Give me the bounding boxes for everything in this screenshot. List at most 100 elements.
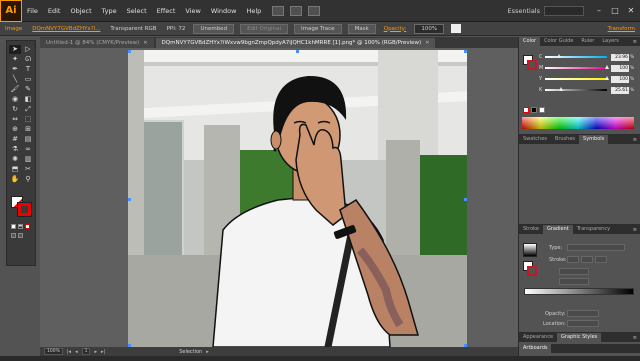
menu-window[interactable]: Window	[206, 0, 242, 22]
menu-type[interactable]: Type	[97, 0, 122, 22]
tab-untitled-1[interactable]: Untitled-1 @ 84% (CMYK/Preview) ✕	[40, 38, 154, 48]
channel-slider[interactable]	[545, 87, 607, 91]
menu-effect[interactable]: Effect	[152, 0, 181, 22]
status-menu-icon[interactable]: ▸	[206, 349, 209, 355]
gradient-aspect-field[interactable]	[559, 278, 589, 285]
stroke-along-button[interactable]	[581, 256, 593, 263]
previous-artboard-icon[interactable]: ◂	[75, 349, 78, 355]
artboard-tool-icon[interactable]: ⬒	[9, 165, 21, 174]
arrange-documents-icon[interactable]	[290, 5, 303, 16]
stroke-within-button[interactable]	[567, 256, 579, 263]
current-tool-label[interactable]: Selection	[179, 349, 202, 355]
blob-brush-tool-icon[interactable]: ◉	[9, 95, 21, 104]
menu-file[interactable]: File	[22, 0, 43, 22]
shape-builder-tool-icon[interactable]: ⊕	[9, 125, 21, 134]
tab-color-guide[interactable]: Color Guide	[540, 37, 577, 46]
channel-slider[interactable]	[545, 76, 609, 80]
gradient-location-field[interactable]	[567, 320, 599, 327]
menu-help[interactable]: Help	[241, 0, 266, 22]
selection-tool-icon[interactable]: ➤	[9, 45, 21, 54]
selection-handle[interactable]	[464, 50, 467, 53]
selection-handle[interactable]	[128, 198, 131, 201]
channel-value-field[interactable]: 23.96	[611, 53, 629, 61]
none-swatch[interactable]	[523, 107, 529, 113]
close-button[interactable]: ✕	[624, 5, 638, 17]
menu-object[interactable]: Object	[65, 0, 96, 22]
gradient-opacity-field[interactable]	[567, 310, 599, 317]
tab-png-document[interactable]: DQmNVY7GVBdZHYx?iWxvw9bgnZmpQpdyA7iJQHC1…	[155, 38, 436, 48]
slice-tool-icon[interactable]: ✂	[22, 165, 34, 174]
tab-stroke[interactable]: Stroke	[519, 225, 543, 234]
image-trace-button[interactable]: Image Trace	[293, 23, 342, 34]
next-artboard-icon[interactable]: ▸	[94, 349, 97, 355]
rotate-tool-icon[interactable]: ↻	[9, 105, 21, 114]
line-tool-icon[interactable]: ╲	[9, 75, 21, 84]
placed-image[interactable]	[128, 50, 467, 347]
black-swatch[interactable]	[531, 107, 537, 113]
pen-tool-icon[interactable]: ✒	[9, 65, 21, 74]
menu-select[interactable]: Select	[122, 0, 152, 22]
panel-menu-icon[interactable]: ≡	[633, 137, 640, 143]
rectangle-tool-icon[interactable]: ▭	[22, 75, 34, 84]
selection-handle[interactable]	[128, 50, 131, 53]
channel-slider[interactable]	[545, 54, 607, 58]
screen-mode-icon[interactable]	[18, 233, 23, 238]
type-tool-icon[interactable]: T	[22, 65, 34, 74]
tab-color[interactable]: Color	[519, 37, 541, 46]
bridge-icon[interactable]	[272, 5, 285, 16]
gradient-stroke-swatch[interactable]	[527, 266, 537, 276]
pencil-tool-icon[interactable]: ✎	[22, 85, 34, 94]
eyedropper-tool-icon[interactable]: ⚗	[9, 145, 21, 154]
minimize-button[interactable]: –	[592, 5, 606, 17]
white-swatch[interactable]	[539, 107, 545, 113]
perspective-grid-tool-icon[interactable]: ⊞	[22, 125, 34, 134]
gradient-slider[interactable]	[524, 288, 634, 295]
gpu-performance-icon[interactable]	[308, 5, 321, 16]
lasso-tool-icon[interactable]: ᘏ	[22, 55, 34, 64]
opacity-field[interactable]: 100%	[414, 23, 445, 34]
artboard-number-field[interactable]: 1	[81, 348, 91, 355]
maximize-button[interactable]: □	[608, 5, 622, 17]
linked-file-link[interactable]: DQmNVY7GVBdZHYx?l...	[27, 26, 105, 32]
menu-edit[interactable]: Edit	[43, 0, 66, 22]
gradient-preview[interactable]	[523, 243, 537, 257]
canvas-area[interactable]	[40, 48, 518, 347]
magic-wand-tool-icon[interactable]: ✦	[9, 55, 21, 64]
selection-handle[interactable]	[296, 50, 299, 53]
tab-transparency[interactable]: Transparency	[573, 225, 614, 234]
channel-slider[interactable]	[545, 65, 609, 69]
color-mode-icon[interactable]	[11, 224, 16, 229]
panel-menu-icon[interactable]: ≡	[633, 39, 640, 45]
tab-ruler[interactable]: Ruler	[577, 37, 598, 46]
slider-thumb[interactable]	[604, 76, 609, 80]
panel-menu-icon[interactable]: ≡	[633, 227, 640, 233]
blend-tool-icon[interactable]: ∞	[22, 145, 34, 154]
gradient-type-select[interactable]	[567, 244, 625, 251]
gradient-tool-icon[interactable]: ▤	[22, 135, 34, 144]
hand-tool-icon[interactable]: ✋	[9, 175, 21, 184]
direct-selection-tool-icon[interactable]: ▷	[22, 45, 34, 54]
eraser-tool-icon[interactable]: ◧	[22, 95, 34, 104]
stroke-swatch-panel[interactable]	[527, 60, 537, 70]
draw-normal-icon[interactable]	[11, 233, 16, 238]
channel-value-field[interactable]: 100	[611, 75, 629, 83]
style-swatch[interactable]	[451, 24, 462, 33]
edit-original-button[interactable]: Edit Original	[240, 23, 288, 34]
free-transform-tool-icon[interactable]: ⬚	[22, 115, 34, 124]
color-spectrum[interactable]	[522, 117, 634, 129]
slider-thumb[interactable]	[557, 54, 562, 58]
mesh-tool-icon[interactable]: #	[9, 135, 21, 144]
close-icon[interactable]: ✕	[143, 38, 147, 48]
tab-artboards[interactable]: Artboards	[519, 344, 552, 353]
unembed-button[interactable]: Unembed	[193, 23, 235, 34]
gradient-mode-icon[interactable]	[18, 224, 23, 229]
tab-brushes[interactable]: Brushes	[551, 135, 579, 144]
symbol-sprayer-tool-icon[interactable]: ✺	[9, 155, 21, 164]
zoom-field[interactable]: 100%	[44, 348, 63, 355]
first-artboard-icon[interactable]: |◂	[67, 349, 71, 355]
transform-link[interactable]: Transform	[603, 26, 640, 32]
opacity-label[interactable]: Opacity:	[379, 26, 412, 32]
stroke-swatch[interactable]	[17, 202, 32, 217]
mask-button[interactable]: Mask	[347, 23, 376, 34]
column-graph-tool-icon[interactable]: ▥	[22, 155, 34, 164]
